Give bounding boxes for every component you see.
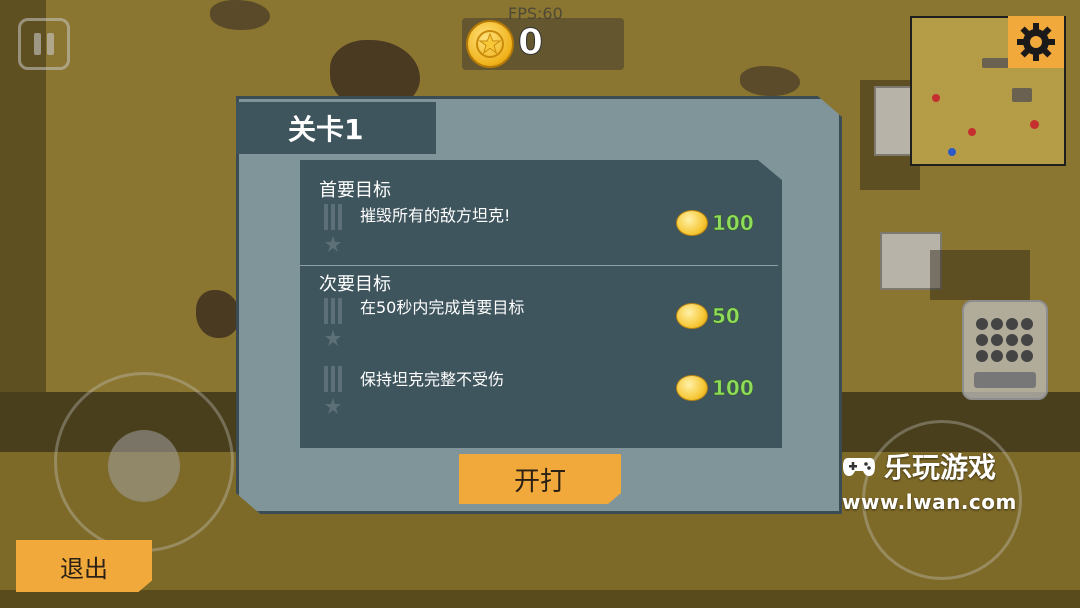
rock	[210, 0, 270, 30]
ground-edge	[0, 590, 1080, 608]
pause-button[interactable]	[18, 18, 70, 70]
gamepad-icon	[843, 458, 875, 476]
objective-reward: 100	[676, 210, 754, 236]
coin-icon	[676, 210, 708, 236]
debris	[930, 250, 1030, 300]
exit-button[interactable]: 退出	[16, 540, 152, 592]
gear-icon	[1017, 23, 1055, 61]
ammo-select-button[interactable]	[962, 300, 1048, 400]
minimap-enemy-marker	[1030, 120, 1039, 129]
objective-text: 摧毁所有的敌方坦克!	[360, 206, 511, 225]
minimap-building	[1012, 88, 1032, 102]
minimap-enemy-marker	[968, 128, 976, 136]
ammo-icon	[974, 318, 1036, 388]
objective-text: 保持坦克完整不受伤	[360, 370, 505, 389]
pause-icon	[34, 33, 41, 55]
joystick-knob[interactable]	[108, 430, 180, 502]
medal-icon	[324, 204, 342, 252]
medal-icon	[324, 298, 342, 346]
minimap-player-marker	[948, 148, 956, 156]
coin-count: 0	[517, 22, 544, 64]
start-button[interactable]: 开打	[459, 454, 621, 504]
reward-value: 50	[712, 304, 740, 329]
reward-value: 100	[712, 211, 754, 236]
primary-objectives-title: 首要目标	[319, 180, 391, 201]
medal-icon	[324, 366, 342, 414]
rock	[740, 66, 800, 96]
coin-icon	[466, 20, 514, 68]
dialog-title-tab: 关卡1	[236, 102, 436, 154]
building	[874, 86, 914, 156]
minimap-enemy-marker	[932, 94, 940, 102]
objective-reward: 100	[676, 375, 754, 401]
coin-icon	[676, 303, 708, 329]
section-divider	[300, 265, 778, 266]
level-title: 关卡1	[288, 113, 364, 146]
coin-icon	[676, 375, 708, 401]
reward-value: 100	[712, 376, 754, 401]
watermark-url: www.lwan.com	[842, 490, 1017, 514]
watermark-brand: 乐玩游戏	[884, 451, 997, 484]
watermark: 乐玩游戏 www.lwan.com	[842, 446, 1017, 514]
rock	[196, 290, 240, 338]
settings-button[interactable]	[1008, 16, 1064, 68]
pause-icon	[47, 33, 54, 55]
objective-text: 在50秒内完成首要目标	[360, 298, 525, 317]
objective-reward: 50	[676, 303, 740, 329]
secondary-objectives-title: 次要目标	[319, 274, 391, 295]
